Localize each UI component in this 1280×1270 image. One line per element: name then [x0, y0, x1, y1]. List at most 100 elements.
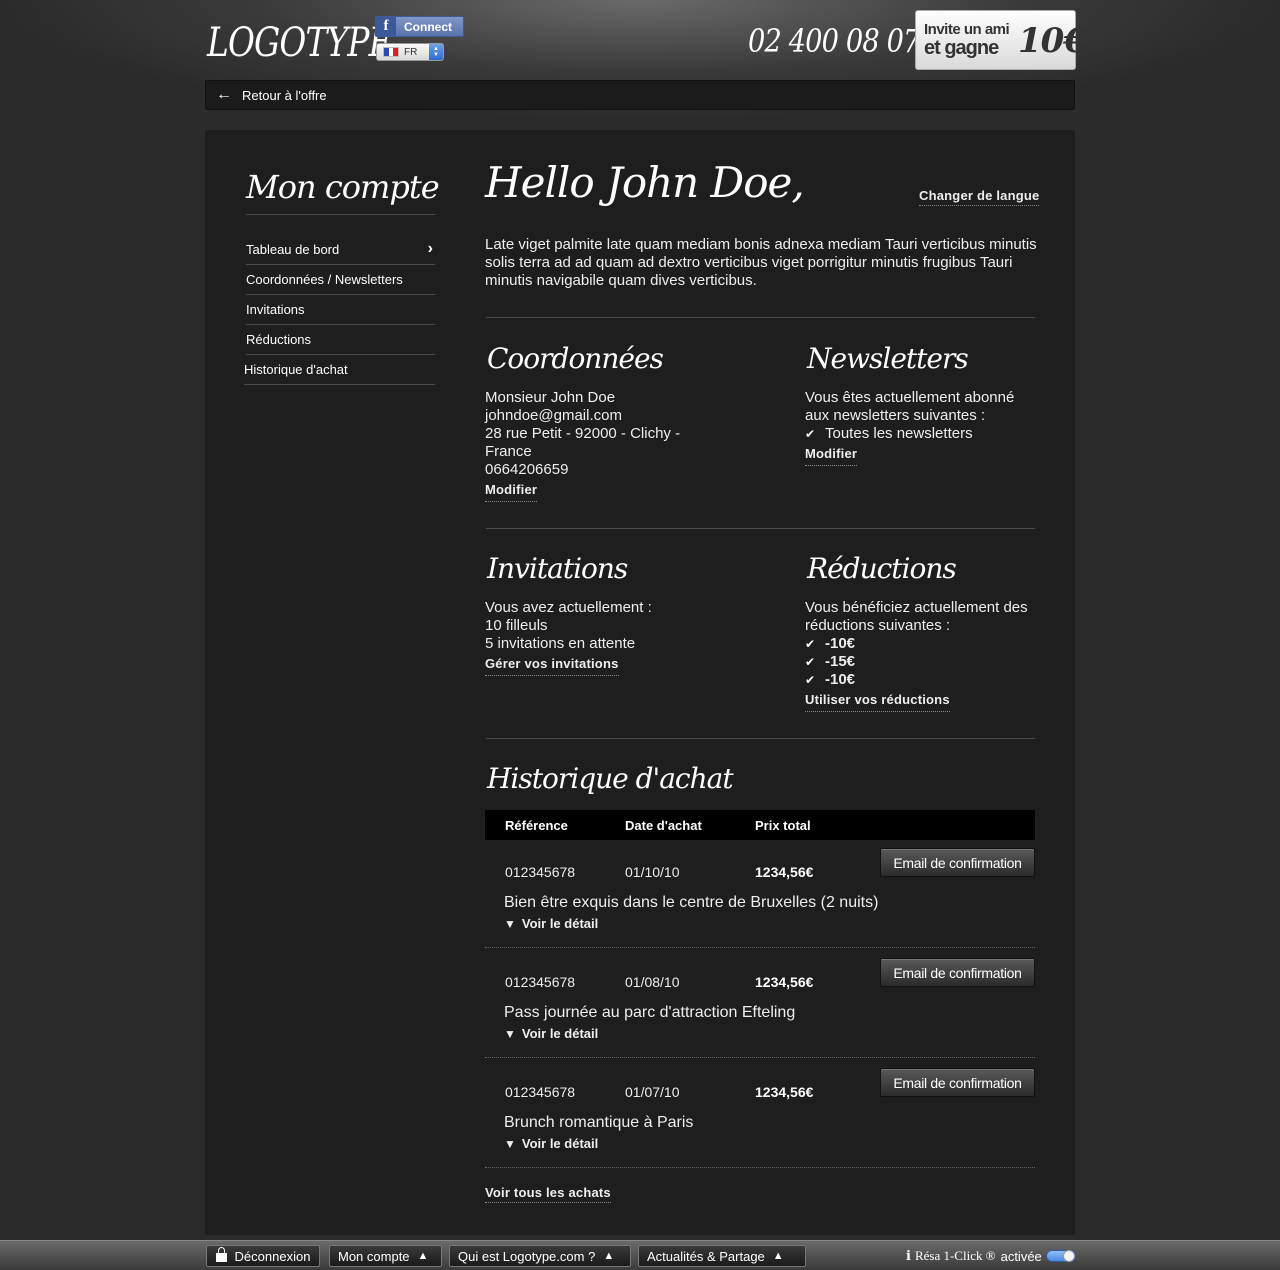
one-click-booking-label: Résa 1-Click ®: [914, 1248, 996, 1263]
invite-line2: et gagne: [924, 37, 999, 59]
order-reference: 012345678: [505, 864, 576, 880]
reduction-value: -10€: [825, 671, 856, 688]
order-description: Bien être exquis dans le centre de Bruxe…: [504, 894, 879, 911]
invitations-line: 5 invitations en attente: [485, 635, 636, 652]
about-menu-label: Qui est Logotype.com ?: [458, 1248, 596, 1264]
sidebar-item-invitations[interactable]: Invitations: [246, 295, 435, 325]
reductions-line: réductions suivantes :: [805, 617, 951, 634]
order-date: 01/08/10: [625, 974, 680, 990]
chevron-up-icon: ▲: [417, 1250, 429, 1262]
news-menu-button[interactable]: Actualités & Partage ▲: [638, 1245, 806, 1267]
order-reference: 012345678: [505, 974, 576, 990]
change-language-link[interactable]: Changer de langue: [919, 188, 1040, 206]
manage-invitations-link[interactable]: Gérer vos invitations: [485, 655, 619, 676]
sidebar-item-history[interactable]: Historique d'achat: [244, 355, 435, 385]
info-icon: i: [906, 1248, 911, 1264]
edit-coordinates-link[interactable]: Modifier: [485, 481, 538, 502]
one-click-booking-status: i Résa 1-Click ® activée: [906, 1248, 1042, 1264]
order-description: Pass journée au parc d'attraction Efteli…: [504, 1004, 796, 1021]
see-all-purchases-link[interactable]: Voir tous les achats: [485, 1185, 611, 1203]
newsletters-line: Vous êtes actuellement abonné: [805, 389, 1015, 406]
phone-number: 02 400 08 07: [748, 22, 920, 60]
chevron-right-icon: ›: [427, 240, 433, 257]
newsletters-line: aux newsletters suivantes :: [805, 407, 986, 424]
divider: [246, 214, 435, 215]
view-detail-label: Voir le détail: [521, 916, 599, 931]
check-icon: ✔: [805, 637, 816, 651]
check-icon: ✔: [805, 673, 816, 687]
view-detail-link[interactable]: ▼ Voir le détail: [504, 1136, 598, 1151]
reductions-title: Réductions: [807, 552, 957, 585]
newsletters-title: Newsletters: [807, 342, 969, 375]
sidebar-nav: Tableau de bord › Coordonnées / Newslett…: [244, 234, 435, 385]
order-price: 1234,56€: [755, 1084, 814, 1100]
reductions-block: Vous bénéficiez actuellement des réducti…: [805, 599, 1028, 712]
order-price: 1234,56€: [755, 974, 814, 990]
column-header-date: Date d'achat: [625, 818, 702, 833]
page-title: Hello John Doe,: [485, 158, 805, 207]
order-date: 01/07/10: [625, 1084, 680, 1100]
coordinates-line: 28 rue Petit - 92000 - Clichy -: [485, 425, 681, 442]
invitations-line: Vous avez actuellement :: [485, 599, 652, 616]
facebook-connect-button[interactable]: f Connect: [375, 16, 464, 37]
coordinates-line: Monsieur John Doe: [485, 389, 616, 406]
reduction-value: -10€: [825, 635, 856, 652]
divider: [486, 528, 1035, 529]
select-arrows-icon: ▲ ▼: [429, 44, 443, 60]
view-detail-label: Voir le détail: [521, 1136, 599, 1151]
logo[interactable]: LOGOTYPE: [207, 20, 393, 66]
confirmation-email-button[interactable]: Email de confirmation: [880, 848, 1035, 877]
toggle-knob: [1063, 1250, 1075, 1262]
intro-text: Late viget palmite late quam mediam boni…: [485, 236, 1037, 289]
invite-line1: Invite un ami: [924, 21, 1010, 38]
newsletters-block: Vous êtes actuellement abonné aux newsle…: [805, 389, 1014, 466]
reduction-item: ✔ -15€: [805, 653, 1028, 671]
chevron-down-icon: ▼: [504, 1026, 516, 1041]
divider: [486, 317, 1035, 318]
sidebar-item-label: Réductions: [246, 332, 312, 347]
newsletter-item: ✔ Toutes les newsletters: [805, 425, 1014, 443]
account-panel: Mon compte Tableau de bord › Coordonnées…: [205, 130, 1075, 1235]
confirmation-email-button[interactable]: Email de confirmation: [880, 958, 1035, 987]
reduction-item: ✔ -10€: [805, 635, 1028, 653]
order-description: Brunch romantique à Paris: [504, 1114, 694, 1131]
column-header-reference: Référence: [505, 818, 568, 833]
reductions-line: Vous bénéficiez actuellement des: [805, 599, 1028, 616]
sidebar-title: Mon compte: [246, 168, 440, 206]
confirmation-email-button[interactable]: Email de confirmation: [880, 1068, 1035, 1097]
chevron-down-icon: ▼: [504, 1136, 516, 1151]
back-to-offer-link[interactable]: ← Retour à l'offre: [205, 80, 1075, 110]
logout-label: Déconnexion: [234, 1248, 311, 1264]
edit-newsletters-link[interactable]: Modifier: [805, 445, 858, 466]
sidebar-item-label: Tableau de bord: [246, 241, 340, 257]
language-code: FR: [404, 46, 418, 58]
lock-icon: [215, 1246, 227, 1262]
coordinates-line: 0664206659: [485, 461, 569, 478]
language-select[interactable]: FR ▲ ▼: [376, 43, 444, 61]
history-title: Historique d'achat: [487, 762, 734, 795]
view-detail-link[interactable]: ▼ Voir le détail: [504, 916, 598, 931]
one-click-booking-toggle[interactable]: [1046, 1250, 1076, 1262]
chevron-up-icon: ▲: [772, 1250, 784, 1262]
use-reductions-link[interactable]: Utiliser vos réductions: [805, 691, 950, 712]
check-icon: ✔: [805, 655, 816, 669]
view-detail-link[interactable]: ▼ Voir le détail: [504, 1026, 598, 1041]
invite-friend-banner[interactable]: Invite un ami et gagne 10€: [915, 10, 1087, 70]
order-reference: 012345678: [505, 1084, 576, 1100]
view-detail-label: Voir le détail: [521, 1026, 599, 1041]
table-row: 012345678 01/10/10 1234,56€ Email de con…: [485, 838, 1035, 948]
divider: [486, 738, 1035, 739]
sidebar-item-reductions[interactable]: Réductions: [246, 325, 435, 355]
france-flag-icon: [383, 47, 399, 57]
logout-button[interactable]: Déconnexion: [206, 1245, 320, 1267]
reduction-value: -15€: [825, 653, 856, 670]
sidebar-item-coordinates[interactable]: Coordonnées / Newsletters: [246, 265, 435, 295]
sidebar-item-label: Invitations: [246, 302, 305, 317]
column-header-price: Prix total: [755, 818, 811, 833]
account-menu-button[interactable]: Mon compte ▲: [329, 1245, 442, 1267]
news-menu-label: Actualités & Partage: [647, 1248, 765, 1264]
table-row: 012345678 01/08/10 1234,56€ Email de con…: [485, 948, 1035, 1058]
sidebar-item-dashboard[interactable]: Tableau de bord ›: [246, 234, 435, 265]
about-menu-button[interactable]: Qui est Logotype.com ? ▲: [449, 1245, 631, 1267]
chevron-down-icon: ▼: [504, 916, 516, 931]
